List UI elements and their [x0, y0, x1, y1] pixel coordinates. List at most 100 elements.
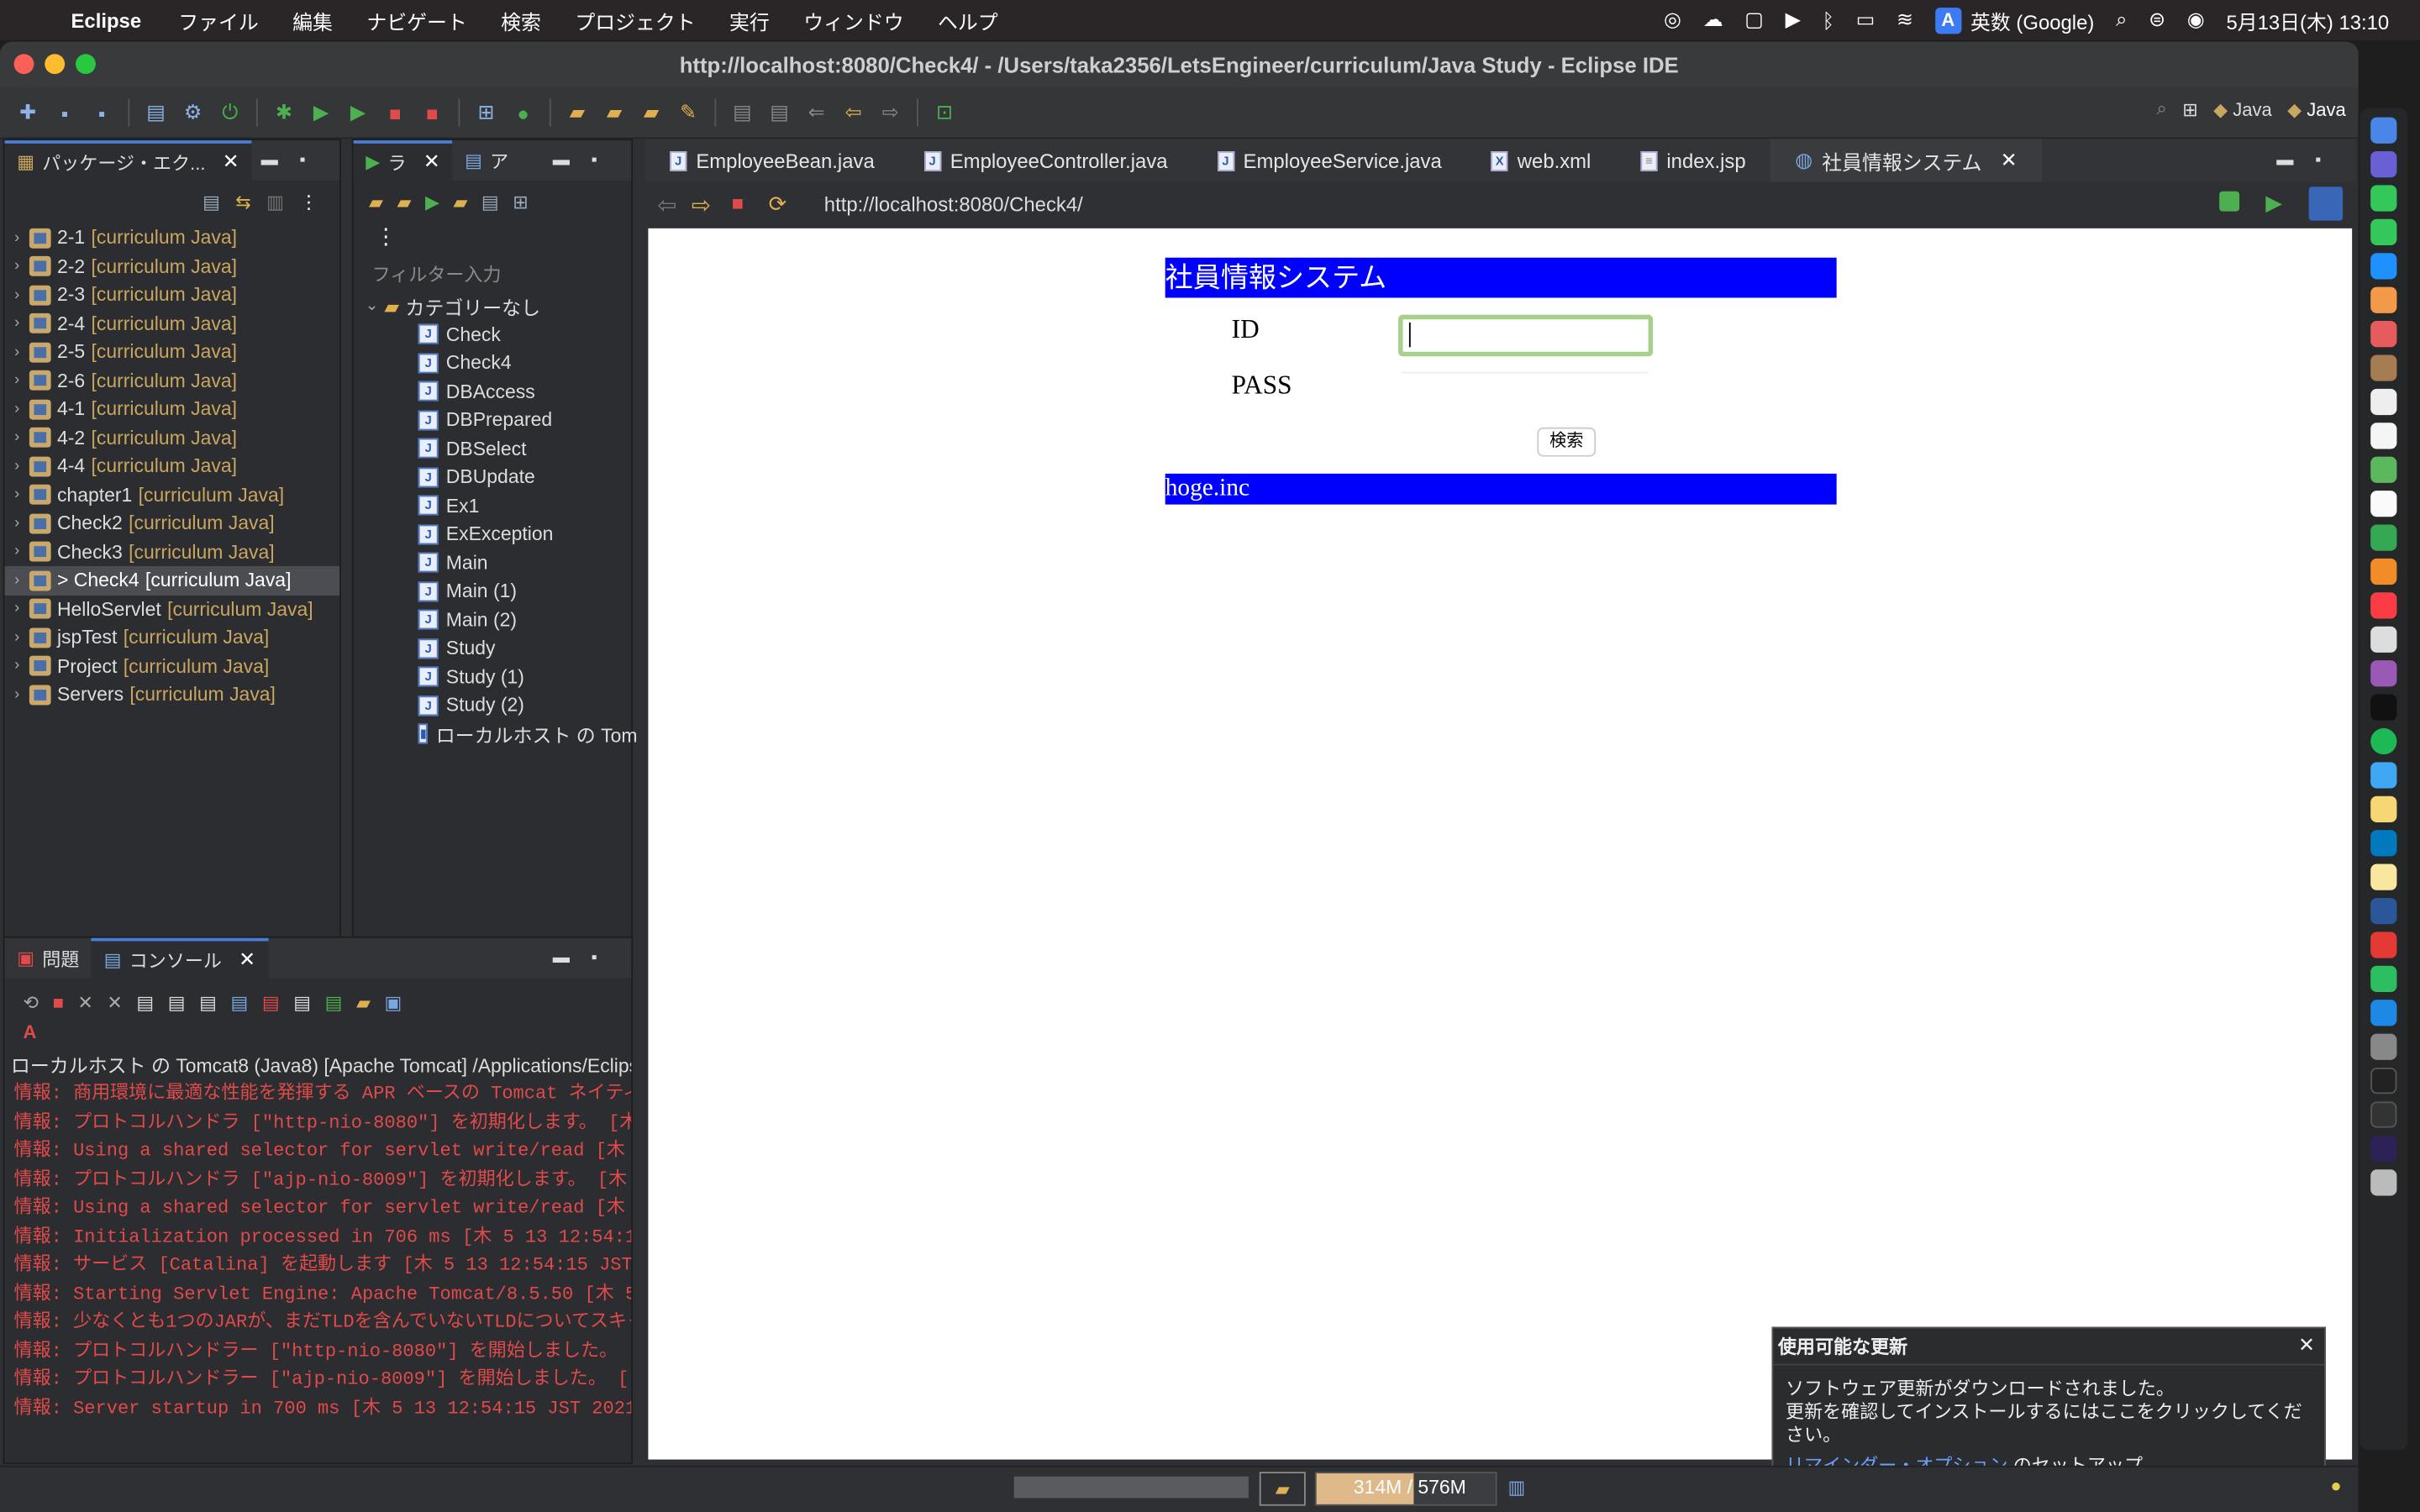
- launch-config-item[interactable]: J DBUpdate: [354, 463, 632, 491]
- restart-icon[interactable]: ⟲: [24, 992, 39, 1014]
- project-item[interactable]: › HelloServlet [curriculum Java]: [5, 595, 340, 623]
- close-icon[interactable]: ✕: [239, 948, 255, 972]
- launch-config-item[interactable]: J Study: [354, 634, 632, 663]
- stickies-icon[interactable]: [2370, 864, 2397, 890]
- acrobat-icon[interactable]: [2370, 932, 2397, 958]
- run-icon[interactable]: ▶: [306, 97, 337, 129]
- launch-config-item[interactable]: J Ex1: [354, 491, 632, 520]
- bluetooth-icon[interactable]: ᛒ: [1823, 8, 1834, 32]
- menu-window[interactable]: ウィンドウ: [803, 5, 903, 34]
- perspective-java-1[interactable]: ◆ Java: [2213, 98, 2272, 120]
- notes-icon[interactable]: [2370, 795, 2397, 822]
- close-icon[interactable]: ✕: [2001, 148, 2018, 172]
- zoom-window-icon[interactable]: [75, 54, 96, 75]
- launch-config-item[interactable]: J Check4: [354, 349, 632, 377]
- project-item[interactable]: › 2-3 [curriculum Java]: [5, 281, 340, 309]
- siri-icon[interactable]: [2370, 150, 2397, 178]
- evernote-icon[interactable]: [2370, 965, 2397, 992]
- menu-help[interactable]: ヘルプ: [938, 5, 998, 34]
- safari-icon[interactable]: [2370, 762, 2397, 789]
- maps-icon[interactable]: [2370, 456, 2397, 483]
- tab-problems[interactable]: ▣ 問題: [5, 938, 92, 979]
- tab-web-browser[interactable]: ◍ 社員情報システム ✕: [1770, 139, 2043, 182]
- app-store-icon[interactable]: [2370, 1000, 2397, 1026]
- eclipse-icon[interactable]: [2308, 186, 2344, 221]
- stop-icon[interactable]: ■: [380, 97, 411, 129]
- project-item[interactable]: › chapter1 [curriculum Java]: [5, 480, 340, 509]
- launch-config-item[interactable]: J Main: [354, 549, 632, 577]
- launch-config-item[interactable]: J DBPrepared: [354, 406, 632, 434]
- view-menu-icon[interactable]: ⋮: [299, 192, 318, 213]
- spotify-icon[interactable]: [2370, 727, 2397, 755]
- view-menu-icon[interactable]: ⋮: [354, 223, 632, 257]
- input-method[interactable]: A 英数 (Google): [1934, 5, 2094, 34]
- books-icon[interactable]: [2370, 558, 2397, 585]
- remove-launch-icon[interactable]: ✕: [77, 992, 92, 1014]
- minimize-maximize-icon[interactable]: ▬▪: [553, 151, 619, 170]
- tab-web-xml[interactable]: Xweb.xml: [1466, 139, 1616, 181]
- tab-launch[interactable]: ▶ ラ ✕: [353, 140, 453, 181]
- terminal-icon[interactable]: [2370, 1067, 2397, 1095]
- project-item[interactable]: › Check2 [curriculum Java]: [5, 509, 340, 538]
- mail-icon[interactable]: [2370, 253, 2397, 280]
- power-icon[interactable]: ⏻: [214, 97, 245, 129]
- search-button[interactable]: 検索: [1537, 427, 1597, 457]
- word-icon[interactable]: [2370, 897, 2397, 925]
- podcasts-icon[interactable]: [2370, 660, 2397, 687]
- perspective-java-2[interactable]: ◆ Java: [2287, 98, 2346, 120]
- collapse-all-icon[interactable]: ▤: [203, 192, 220, 213]
- menu-file[interactable]: ファイル: [178, 5, 259, 34]
- category-node[interactable]: ⌄ ▰ カテゴリーなし: [354, 291, 632, 320]
- background-tasks-icon[interactable]: ▰: [1259, 1472, 1306, 1506]
- contacts-icon[interactable]: [2370, 354, 2397, 381]
- menu-navigate[interactable]: ナビゲート: [366, 5, 466, 34]
- tab-console[interactable]: ▤ コンソール ✕: [92, 937, 268, 979]
- show-stdout-icon[interactable]: ▤: [231, 992, 249, 1014]
- clock[interactable]: 5月13日(木) 13:10: [2226, 5, 2389, 34]
- minimize-window-icon[interactable]: [45, 54, 66, 75]
- system-preferences-icon[interactable]: [2370, 1033, 2397, 1060]
- clear-icon[interactable]: ▤: [136, 992, 154, 1014]
- menu-edit[interactable]: 編集: [292, 5, 333, 34]
- tab-employee-bean[interactable]: J EmployeeBean.java: [645, 139, 899, 181]
- menu-run[interactable]: 実行: [729, 5, 770, 34]
- expand-icon[interactable]: ⊞: [513, 192, 528, 213]
- tip-icon[interactable]: ●: [2330, 1475, 2341, 1497]
- forward-icon[interactable]: ⇨: [875, 97, 906, 129]
- minimize-maximize-icon[interactable]: ▬▪: [261, 151, 328, 170]
- close-window-icon[interactable]: [13, 54, 34, 75]
- update-notification[interactable]: 使用可能な更新 ✕ ソフトウェア更新がダウンロードされました。 更新を確認してイ…: [1771, 1326, 2326, 1478]
- project-item[interactable]: › 4-1 [curriculum Java]: [5, 395, 340, 423]
- tab-outline[interactable]: ▤ ア: [452, 140, 520, 181]
- photos-icon[interactable]: [2370, 286, 2397, 313]
- search-icon[interactable]: ⌕: [2157, 97, 2167, 121]
- trello-icon[interactable]: [2370, 830, 2397, 857]
- activity-monitor-icon[interactable]: [2370, 1101, 2397, 1128]
- launch-config-item[interactable]: J Study (2): [354, 691, 632, 720]
- project-item[interactable]: › > Check4 [curriculum Java]: [4, 566, 340, 596]
- play-icon[interactable]: ▶: [1786, 8, 1801, 32]
- bookmark-icon[interactable]: [2219, 191, 2240, 212]
- wifi-icon[interactable]: ≋: [1897, 8, 1913, 32]
- heap-status[interactable]: 314M / 576M: [1314, 1472, 1497, 1506]
- refresh-icon[interactable]: ⟳: [769, 192, 787, 218]
- pass-input[interactable]: [1401, 371, 1649, 407]
- launch-config-item[interactable]: J Study (1): [354, 663, 632, 691]
- new-icon[interactable]: ✚: [13, 97, 44, 129]
- open-folder-icon[interactable]: ▰: [599, 97, 630, 129]
- numbers-icon[interactable]: [2370, 524, 2397, 551]
- launch-config-item[interactable]: ▮ ローカルホスト の Tom: [354, 720, 637, 748]
- close-icon[interactable]: ✕: [2298, 1333, 2315, 1357]
- close-icon[interactable]: ✕: [223, 150, 239, 174]
- filter-input[interactable]: フィルター入力: [354, 258, 632, 291]
- collapse-icon[interactable]: ▤: [481, 192, 499, 213]
- scroll-lock-icon[interactable]: ▤: [168, 992, 186, 1014]
- gc-icon[interactable]: ▥: [1507, 1477, 1525, 1499]
- launch-config-item[interactable]: J Main (2): [354, 606, 632, 634]
- back-icon[interactable]: ⇦: [838, 97, 869, 129]
- new-console-icon[interactable]: ▰: [356, 992, 371, 1014]
- project-item[interactable]: › 2-5 [curriculum Java]: [5, 338, 340, 366]
- messages-icon[interactable]: [2370, 218, 2397, 246]
- launch-config-item[interactable]: J Check: [354, 320, 632, 349]
- spotlight-icon[interactable]: ⌕: [2116, 8, 2127, 32]
